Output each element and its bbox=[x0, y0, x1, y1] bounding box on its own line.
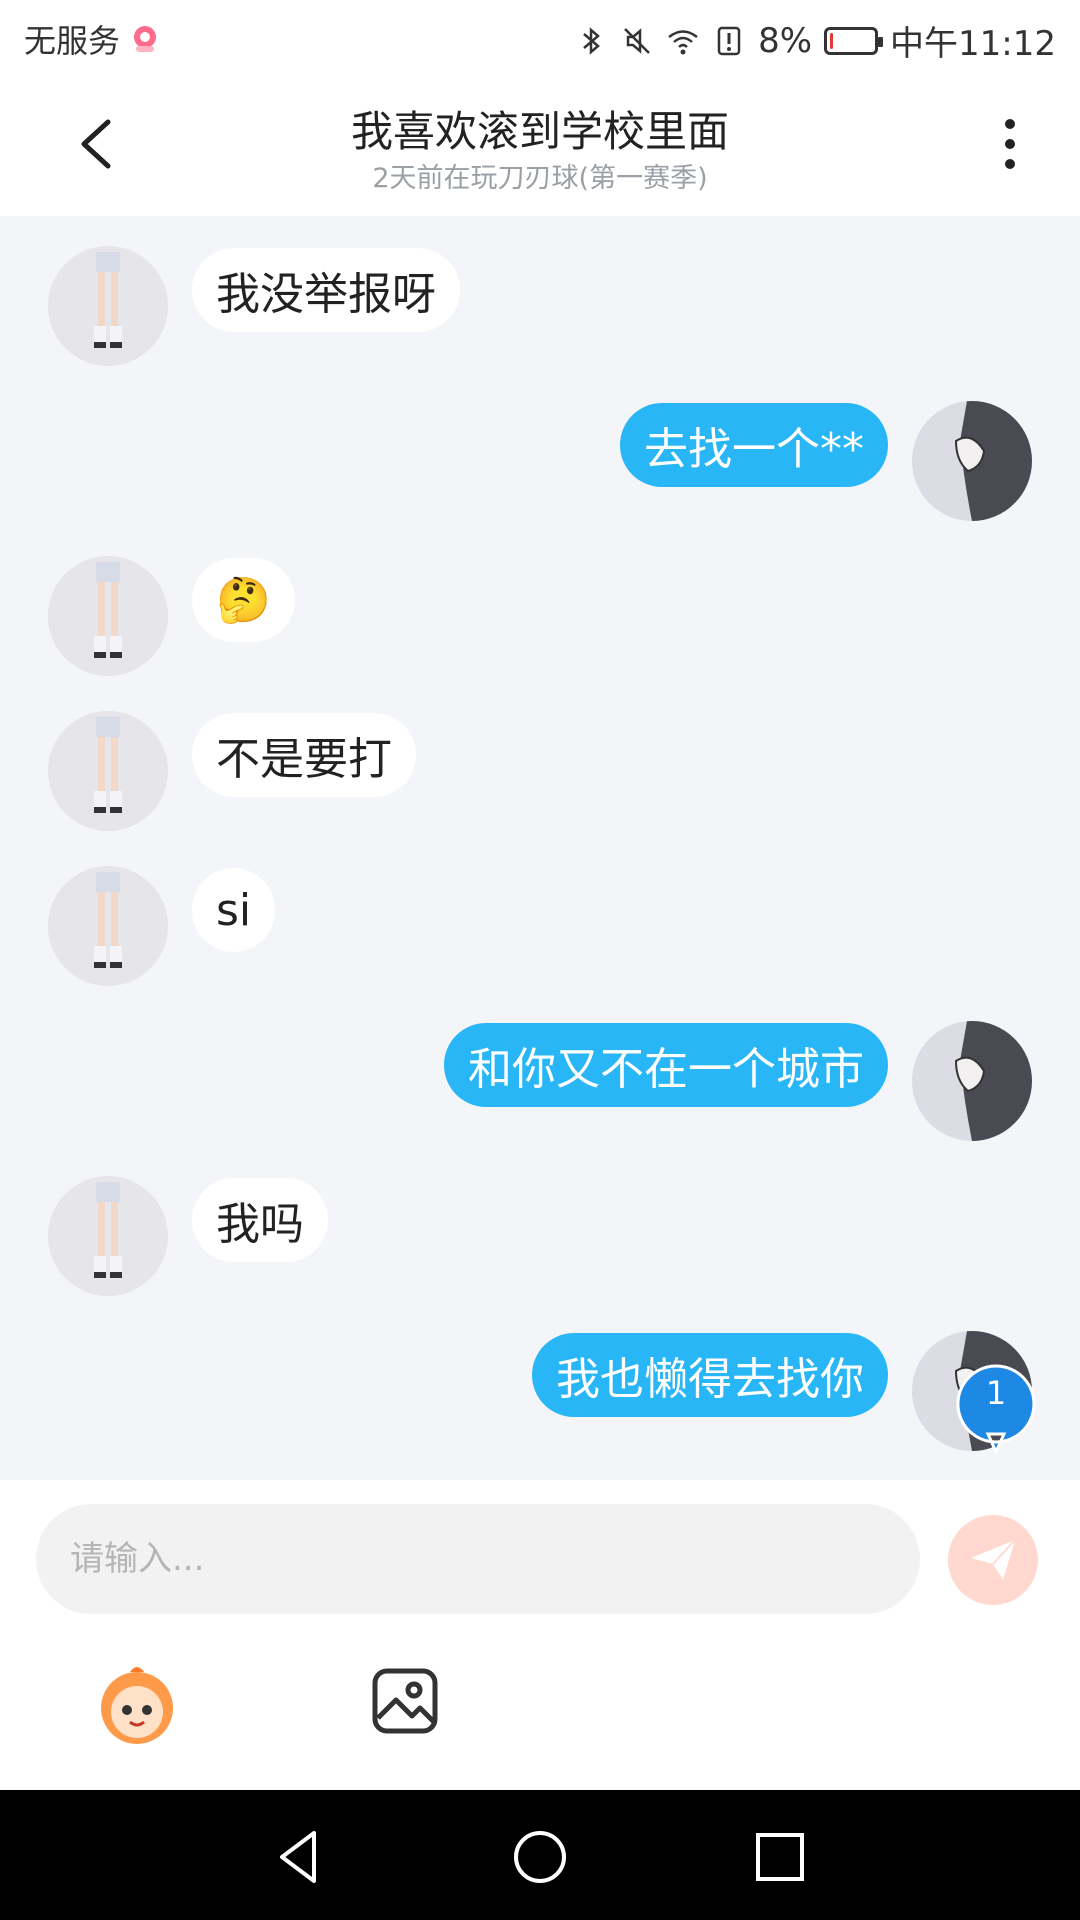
contact-avatar[interactable] bbox=[48, 556, 168, 676]
message-row: 我吗 bbox=[0, 1176, 1080, 1301]
incoming-message-bubble[interactable]: 我没举报呀 bbox=[192, 248, 460, 332]
message-row: 不是要打 bbox=[0, 711, 1080, 836]
app-notification-icon bbox=[134, 26, 157, 52]
message-row: 我没举报呀 bbox=[0, 246, 1080, 371]
more-options-icon[interactable] bbox=[980, 114, 1040, 174]
message-row: si bbox=[0, 866, 1080, 991]
bluetooth-icon bbox=[583, 26, 600, 55]
my-avatar[interactable] bbox=[912, 1021, 1032, 1141]
legs-figure-icon bbox=[48, 866, 168, 986]
message-row: 去找一个** bbox=[0, 401, 1080, 526]
monkey-face-icon bbox=[101, 1667, 173, 1744]
message-list[interactable]: 我没举报呀 去找一个** 🤔 不是要打 si 和你又不在一个城市 我吗 我也懒得… bbox=[0, 216, 1080, 1480]
incoming-message-bubble[interactable]: si bbox=[192, 868, 276, 952]
carrier-label: 无服务 bbox=[24, 22, 121, 60]
message-input-container[interactable] bbox=[36, 1504, 920, 1614]
contact-avatar[interactable] bbox=[48, 1176, 168, 1296]
image-picker-button[interactable] bbox=[370, 1666, 440, 1736]
sim-alert-icon bbox=[717, 26, 741, 55]
status-bar: 无服务 8% 中午11:12 bbox=[0, 0, 1080, 74]
legs-figure-icon bbox=[48, 711, 168, 831]
message-row: 我也懒得去找你 bbox=[0, 1331, 1080, 1456]
legs-figure-icon bbox=[48, 556, 168, 676]
message-row: 和你又不在一个城市 bbox=[0, 1021, 1080, 1146]
message-input[interactable] bbox=[68, 1538, 888, 1580]
system-nav-bar bbox=[0, 1790, 1080, 1920]
nav-recents-icon[interactable] bbox=[748, 1825, 812, 1889]
my-avatar[interactable] bbox=[912, 401, 1032, 521]
paper-plane-icon bbox=[971, 1539, 1016, 1580]
unread-count: 1 bbox=[985, 1374, 1007, 1412]
legs-figure-icon bbox=[48, 246, 168, 366]
nav-home-icon[interactable] bbox=[508, 1825, 572, 1889]
outgoing-message-bubble[interactable]: 去找一个** bbox=[620, 403, 888, 487]
incoming-message-bubble[interactable]: 🤔 bbox=[192, 558, 295, 642]
incoming-message-bubble[interactable]: 不是要打 bbox=[192, 713, 416, 797]
clock: 中午11:12 bbox=[890, 24, 1056, 64]
outgoing-message-bubble[interactable]: 我也懒得去找你 bbox=[532, 1333, 888, 1417]
battery-percent: 8% bbox=[758, 20, 813, 61]
status-right: 8% 中午11:12 bbox=[574, 16, 1056, 65]
hand-figure-icon bbox=[912, 1021, 1032, 1141]
page-subtitle: 2天前在玩刀刃球(第一赛季) bbox=[372, 163, 708, 194]
contact-avatar[interactable] bbox=[48, 866, 168, 986]
sticker-button[interactable] bbox=[92, 1660, 182, 1750]
chat-header: 我喜欢滚到学校里面 2天前在玩刀刃球(第一赛季) bbox=[0, 74, 1080, 216]
incoming-message-bubble[interactable]: 我吗 bbox=[192, 1178, 328, 1262]
nav-back-icon[interactable] bbox=[268, 1825, 332, 1889]
image-icon bbox=[372, 1668, 438, 1734]
hand-figure-icon bbox=[912, 401, 1032, 521]
outgoing-message-bubble[interactable]: 和你又不在一个城市 bbox=[444, 1023, 888, 1107]
contact-avatar[interactable] bbox=[48, 711, 168, 831]
legs-figure-icon bbox=[48, 1176, 168, 1296]
status-left: 无服务 bbox=[24, 16, 162, 62]
wifi-icon bbox=[668, 29, 698, 54]
battery-icon bbox=[824, 26, 884, 55]
battery-fill bbox=[830, 32, 834, 49]
send-button[interactable] bbox=[948, 1515, 1038, 1605]
message-row: 🤔 bbox=[0, 556, 1080, 681]
message-composer bbox=[0, 1480, 1080, 1790]
page-title: 我喜欢滚到学校里面 bbox=[350, 107, 729, 156]
unread-count-badge[interactable]: 1 bbox=[956, 1364, 1036, 1456]
contact-avatar[interactable] bbox=[48, 246, 168, 366]
mute-icon bbox=[624, 27, 650, 54]
